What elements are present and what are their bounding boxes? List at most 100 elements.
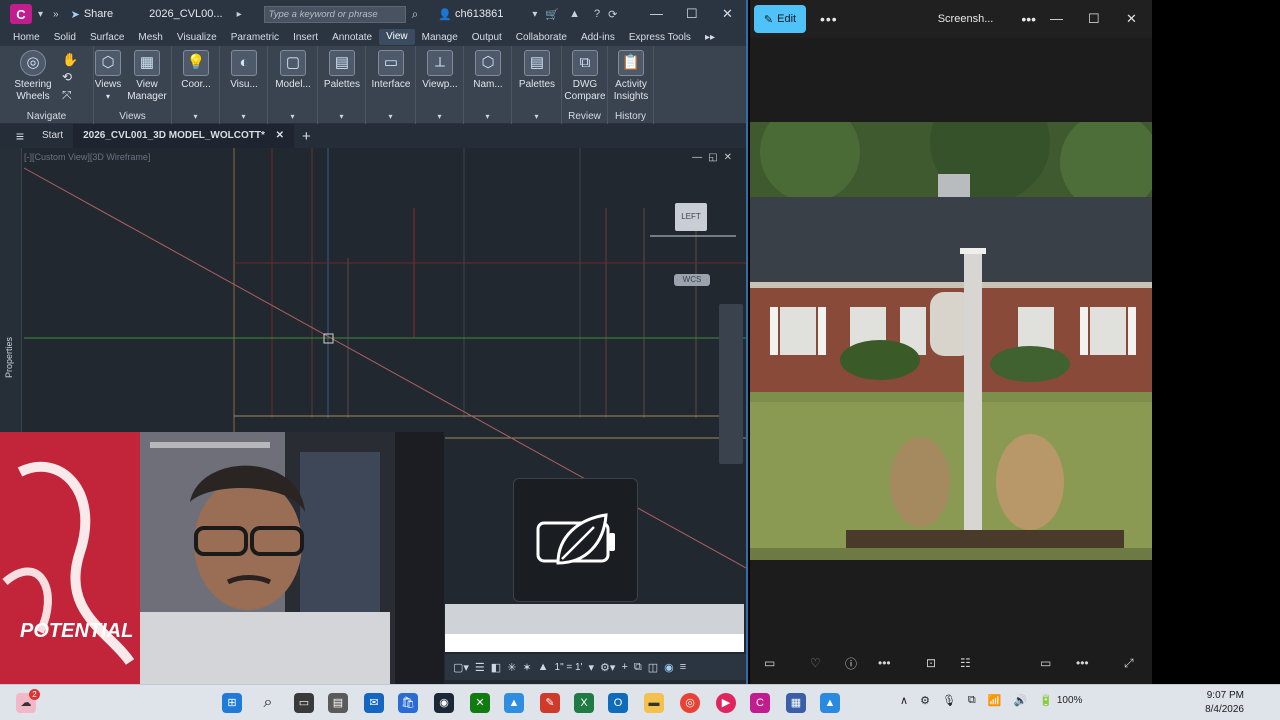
palettes-button[interactable]: ▤ Palettes (320, 50, 364, 91)
chevron-right-icon[interactable]: ▸ (237, 9, 242, 20)
tab-active-drawing[interactable]: 2026_CVL001_3D MODEL_WOLCOTT* ✕ (73, 124, 295, 148)
tab-insert[interactable]: Insert (286, 32, 325, 43)
tab-manage[interactable]: Manage (415, 32, 465, 43)
app-logo-icon[interactable]: C (10, 4, 32, 24)
minimize-icon[interactable]: — (1050, 11, 1063, 26)
chevron-down-icon[interactable]: ▾ (318, 112, 365, 121)
selection-icon[interactable]: ◧ (491, 661, 501, 674)
chevron-down-icon[interactable]: ▾ (172, 112, 219, 121)
edit-button[interactable]: ✎ Edit (754, 5, 806, 33)
outlook-new-icon[interactable]: O (608, 693, 628, 713)
tray-app-icon-2[interactable]: ⧉ (968, 694, 976, 707)
app-icon[interactable]: ▤ (328, 693, 348, 713)
clock[interactable]: 9:07 PM 8/4/2026 (1205, 689, 1244, 717)
user-account[interactable]: 👤 ch613861 ▾ (438, 8, 537, 21)
chevron-up-icon[interactable]: ∧ (900, 694, 908, 707)
minimize-icon[interactable]: — (650, 6, 663, 21)
more-options-icon[interactable]: ••• (1021, 11, 1036, 27)
viewport-tools-button[interactable]: ⟂ Viewp... (418, 50, 462, 91)
share-button[interactable]: ➤ Share (71, 8, 114, 21)
help-icon[interactable]: ? (594, 8, 600, 20)
dropdown-icon[interactable]: ▾ (589, 661, 595, 674)
coordinates-button[interactable]: 💡 Coor... (174, 50, 218, 91)
chrome-icon[interactable]: ◎ (680, 693, 700, 713)
chevron-down-icon[interactable]: ▾ (268, 112, 317, 121)
navigation-bar[interactable] (719, 304, 743, 464)
pan-icon[interactable]: ✋ (62, 52, 78, 68)
more-options-icon[interactable]: ••• (820, 11, 838, 27)
steering-wheels-button[interactable]: ◎ Steering Wheels (6, 50, 60, 103)
media-player-icon[interactable]: ▶ (716, 693, 736, 713)
photos-app-icon[interactable]: ▲ (820, 693, 840, 713)
more-options-icon[interactable]: ••• (878, 656, 891, 670)
chevron-down-icon[interactable]: ▾ (464, 112, 511, 121)
start-icon[interactable]: ⊞ (222, 693, 242, 713)
text-scan-icon[interactable]: ☷ (960, 656, 971, 670)
microphone-icon[interactable]: 🎙 (942, 694, 956, 707)
viewport-scale-icon[interactable]: ▢▾ (453, 661, 469, 674)
plus-icon[interactable]: + (621, 661, 627, 673)
steam-icon[interactable]: ◉ (434, 693, 454, 713)
task-view-icon[interactable]: ▭ (294, 693, 314, 713)
more-options-icon[interactable]: ••• (1076, 656, 1089, 670)
tab-parametric[interactable]: Parametric (224, 32, 286, 43)
wifi-icon[interactable]: 📶 (988, 694, 1002, 707)
viewcube[interactable]: LEFT (675, 203, 707, 231)
new-tab-icon[interactable]: + (302, 128, 311, 145)
tab-solid[interactable]: Solid (47, 32, 83, 43)
photos-icon[interactable]: ▲ (504, 693, 524, 713)
activity-insights-button[interactable]: 📋 Activity Insights (610, 50, 652, 103)
maximize-icon[interactable]: ☐ (1088, 11, 1100, 27)
outlook-icon[interactable]: ✉ (364, 693, 384, 713)
battery-icon[interactable]: 🔋 (1039, 694, 1053, 707)
filmstrip-icon[interactable]: ▭ (764, 656, 775, 670)
chevron-down-icon[interactable]: ▾ (512, 112, 561, 121)
named-views-button[interactable]: ⬡ Nam... (466, 50, 510, 91)
fullscreen-icon[interactable]: ⤢ (1124, 656, 1134, 671)
close-icon[interactable]: ✕ (1126, 11, 1137, 27)
store-icon[interactable]: 🛍 (398, 693, 418, 713)
tab-output[interactable]: Output (465, 32, 509, 43)
annotation-scale-icon[interactable]: ▲ (538, 661, 549, 673)
clean-screen-icon[interactable]: ◉ (664, 661, 674, 674)
model-viewports-button[interactable]: ▢ Model... (270, 50, 316, 91)
more-tabs-icon[interactable]: ▸▸ (698, 32, 722, 43)
autodesk-icon[interactable]: ▲ (569, 8, 580, 20)
excel-icon[interactable]: X (574, 693, 594, 713)
isolate-icon[interactable]: ⧉ (634, 661, 642, 674)
widgets-icon[interactable]: 2 ☁ (16, 689, 40, 713)
tab-view[interactable]: View (379, 29, 415, 45)
customize-menu-icon[interactable]: ≡ (680, 661, 686, 673)
dropdown-icon[interactable]: ▾ (38, 9, 43, 20)
tab-mesh[interactable]: Mesh (131, 32, 169, 43)
search-input[interactable]: Type a keyword or phrase (263, 5, 406, 23)
app-icon-2[interactable]: ▦ (786, 693, 806, 713)
hamburger-menu-icon[interactable]: ≡ (8, 128, 32, 144)
house-photo[interactable] (750, 122, 1152, 560)
volume-icon[interactable]: 🔊 (1013, 694, 1027, 707)
autoscale-icon[interactable]: ✶ (522, 661, 531, 674)
fit-to-window-icon[interactable]: ▭ (1040, 656, 1051, 670)
maximize-icon[interactable]: ☐ (686, 6, 698, 22)
palettes2-button[interactable]: ▤ Palettes (514, 50, 560, 91)
visual-styles-button[interactable]: ◐ Visu... (222, 50, 266, 91)
viewport-label[interactable]: [-][Custom View][3D Wireframe] (24, 152, 150, 162)
autocad-icon[interactable]: C (750, 693, 770, 713)
lineweight-icon[interactable]: ☰ (475, 661, 485, 674)
tab-surface[interactable]: Surface (83, 32, 131, 43)
wcs-menu[interactable]: WCS (674, 274, 710, 286)
pdf-icon[interactable]: ✎ (540, 693, 560, 713)
views-button[interactable]: ⬡ Views ▾ (94, 50, 122, 103)
annotation-scale-value[interactable]: 1" = 1' (555, 662, 583, 673)
expand-icon[interactable]: » (53, 9, 59, 20)
chevron-down-icon[interactable]: ▾ (416, 112, 463, 121)
tab-start[interactable]: Start (32, 124, 73, 148)
tab-home[interactable]: Home (6, 32, 47, 43)
properties-palette-strip[interactable]: Properties (0, 148, 22, 438)
zoom-icon[interactable]: ⤧ (62, 88, 72, 103)
info-icon[interactable]: ⓘ (845, 655, 857, 672)
visual-search-icon[interactable]: ⊡ (926, 656, 936, 670)
annotation-visibility-icon[interactable]: ✳ (507, 661, 516, 674)
dwg-compare-button[interactable]: ⧉ DWG Compare (564, 50, 606, 103)
tab-annotate[interactable]: Annotate (325, 32, 379, 43)
